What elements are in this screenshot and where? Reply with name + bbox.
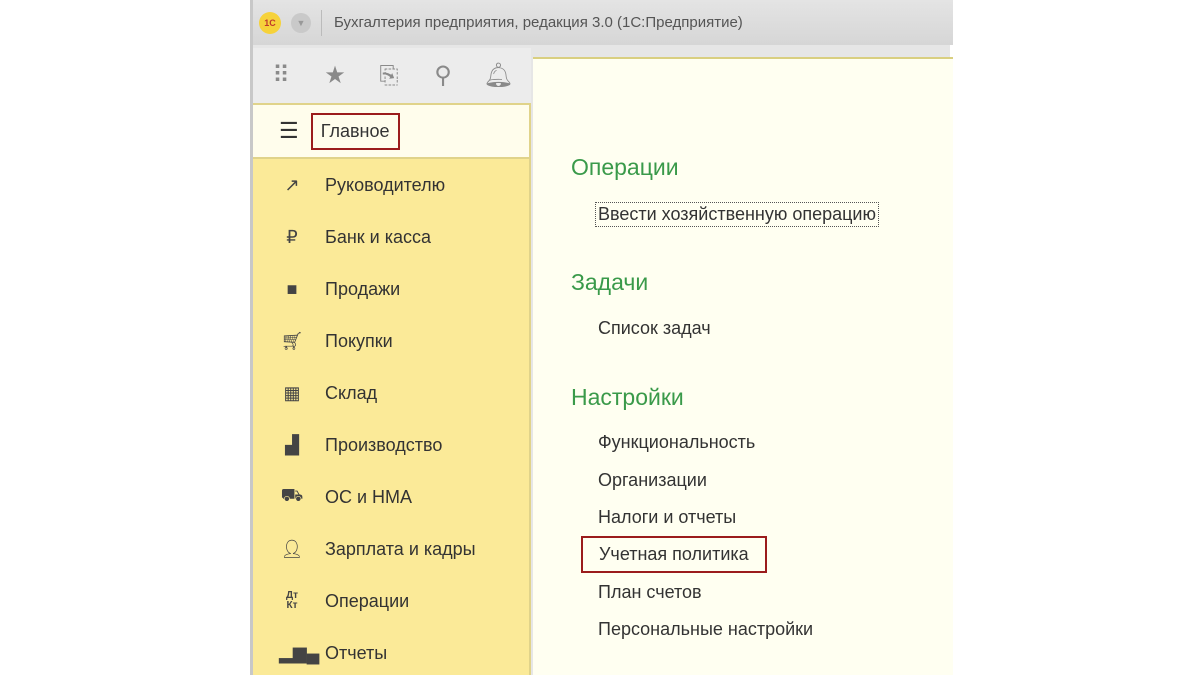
section-tasks-title: Задачи: [571, 269, 649, 295]
divider: [321, 9, 322, 36]
sidebar: ☰ Главное ↗ Руководителю ₽ Банк и касса ■ П…: [253, 105, 531, 675]
toolbar: ⠿ ★ ⎘ ⚲ 🔔︎: [253, 48, 531, 105]
trend-icon: ↗: [284, 174, 300, 195]
sidebar-item-bank[interactable]: ₽ Банк и касса: [253, 211, 529, 263]
link-taxes-reports[interactable]: Налоги и отчеты: [598, 507, 736, 528]
sidebar-item-payroll[interactable]: 👤︎ Зарплата и кадры: [253, 523, 529, 575]
link-chart-of-accounts[interactable]: План счетов: [598, 582, 702, 603]
main-menu-button[interactable]: ▼: [291, 12, 311, 33]
sidebar-item-label: Зарплата и кадры: [325, 538, 476, 559]
menu-icon: ☰: [279, 118, 299, 143]
title-bar: 1С ▼ Бухгалтерия предприятия, редакция 3…: [253, 0, 953, 45]
sidebar-item-main[interactable]: ☰ Главное: [253, 105, 529, 159]
sidebar-item-warehouse[interactable]: ▦ Склад: [253, 367, 529, 419]
link-organizations[interactable]: Организации: [598, 470, 707, 491]
content-panel: Операции Ввести хозяйственную операцию З…: [533, 57, 953, 675]
sidebar-item-label: Производство: [325, 434, 443, 455]
factory-icon: ▟: [285, 434, 299, 455]
sidebar-item-label: Банк и касса: [325, 226, 431, 247]
window-title: Бухгалтерия предприятия, редакция 3.0 (1…: [334, 14, 743, 31]
search-icon[interactable]: ⚲: [429, 61, 457, 90]
link-accounting-policy[interactable]: Учетная политика: [581, 536, 767, 573]
app-window: 1С ▼ Бухгалтерия предприятия, редакция 3…: [250, 0, 953, 675]
sidebar-item-operations[interactable]: Дт Кт Операции: [253, 575, 529, 627]
sidebar-item-label: Склад: [325, 382, 378, 403]
sidebar-item-label: Руководителю: [325, 174, 446, 195]
sidebar-item-label: Покупки: [325, 330, 393, 351]
sidebar-item-label: Операции: [325, 590, 410, 611]
sidebar-item-sales[interactable]: ■ Продажи: [253, 263, 529, 315]
truck-icon: ⛟: [280, 485, 304, 505]
bell-icon[interactable]: 🔔︎: [483, 61, 513, 90]
sidebar-item-purchases[interactable]: 🛒︎ Покупки: [253, 315, 529, 367]
link-functionality[interactable]: Функциональность: [598, 432, 755, 453]
dt-kt-icon: Дт Кт: [285, 590, 299, 611]
sidebar-item-label: Главное: [310, 112, 400, 150]
sidebar-item-manager[interactable]: ↗ Руководителю: [253, 159, 529, 211]
sidebar-item-label: Отчеты: [325, 642, 388, 663]
sidebar-item-label: ОС и НМА: [325, 486, 413, 507]
section-settings-title: Настройки: [571, 384, 684, 410]
link-personal-settings[interactable]: Персональные настройки: [598, 619, 813, 640]
apps-grid-icon[interactable]: ⠿: [267, 61, 295, 90]
1c-logo-icon: 1С: [259, 11, 281, 34]
warehouse-icon: ▦: [283, 382, 301, 403]
ruble-icon: ₽: [286, 226, 298, 247]
star-icon[interactable]: ★: [321, 61, 349, 90]
sidebar-item-label: Продажи: [325, 278, 401, 299]
person-icon: 👤︎: [280, 538, 304, 559]
section-operations-title: Операции: [571, 154, 679, 180]
sidebar-item-production[interactable]: ▟ Производство: [253, 419, 529, 471]
history-icon[interactable]: ⎘: [375, 62, 403, 90]
link-enter-operation[interactable]: Ввести хозяйственную операцию: [595, 202, 879, 227]
shopping-bag-icon: ■: [286, 278, 298, 299]
bar-chart-icon: ▂▆▄: [279, 642, 320, 663]
link-task-list[interactable]: Список задач: [598, 318, 711, 339]
sidebar-item-reports[interactable]: ▂▆▄ Отчеты: [253, 627, 529, 679]
sidebar-item-assets[interactable]: ⛟ ОС и НМА: [253, 471, 529, 523]
cart-icon: 🛒︎: [280, 330, 304, 351]
